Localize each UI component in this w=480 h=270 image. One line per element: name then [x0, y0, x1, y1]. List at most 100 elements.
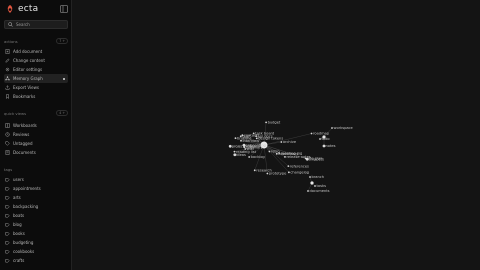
graph-node-label: notes: [326, 144, 336, 148]
graph-node-label: ideas: [236, 153, 246, 157]
tag-item[interactable]: appointments: [4, 184, 68, 193]
brand[interactable]: ecta: [5, 3, 38, 15]
graph-node-label: budget: [268, 121, 281, 125]
action-label: Bookmarks: [13, 94, 36, 99]
quickviews-count-badge[interactable]: 4 +: [56, 110, 68, 116]
graph-node-label: backlog: [251, 155, 265, 159]
tag-icon: [5, 223, 10, 227]
tag-label: books: [13, 231, 25, 236]
graph-node-label: bookmarks: [278, 152, 298, 156]
view-label: Untagged: [13, 141, 33, 146]
tag-item[interactable]: books: [4, 229, 68, 238]
memory-graph-canvas[interactable]: project notesmeeting logreading listsite…: [72, 0, 480, 270]
actions-section-title: actions: [4, 38, 18, 44]
graph-node-label: references: [290, 164, 309, 168]
tag-label: users: [13, 177, 24, 182]
search-icon: [8, 22, 13, 27]
actions-count-badge[interactable]: 7 +: [56, 38, 68, 44]
tag-label: backpacking: [13, 204, 39, 209]
tag-item[interactable]: boats: [4, 211, 68, 220]
view-workboards[interactable]: Workboards: [4, 121, 68, 130]
action-add-document[interactable]: Add document: [4, 47, 68, 56]
view-reviews[interactable]: Reviews: [4, 130, 68, 139]
tag-label: boats: [13, 213, 25, 218]
action-change-content[interactable]: Change content: [4, 56, 68, 65]
app-name: ecta: [18, 4, 39, 14]
export-icon: [5, 85, 10, 90]
add-document-icon: [5, 49, 10, 54]
tag-icon: [5, 241, 10, 245]
tag-item[interactable]: blog: [4, 220, 68, 229]
workboard-icon: [5, 123, 10, 128]
search-label: Search: [16, 22, 30, 27]
tag-label: cookbooks: [13, 249, 35, 254]
view-label: Workboards: [13, 123, 37, 128]
action-label: Export Views: [13, 85, 39, 90]
tag-label: crafts: [13, 258, 25, 263]
tags-section-header: tags: [4, 166, 68, 172]
tag-icon: [5, 178, 10, 182]
action-label: Editor settings: [13, 67, 43, 72]
tag-icon: [5, 205, 10, 209]
graph-node-label: todo: [322, 137, 330, 141]
graph-node-label: contacts: [244, 133, 259, 137]
graph-node-label: tasks: [317, 184, 327, 188]
edit-icon: [5, 58, 10, 63]
tags-section-title: tags: [4, 166, 13, 172]
action-editor-settings[interactable]: Editor settings: [4, 65, 68, 74]
tag-item[interactable]: crafts: [4, 256, 68, 265]
sidebar: ecta Search actions 7 + Add document Cha…: [0, 0, 72, 270]
tag-icon: [5, 187, 10, 191]
graph-hub-node[interactable]: [310, 181, 314, 185]
tag-item[interactable]: users: [4, 175, 68, 184]
action-label: Memory Graph: [13, 76, 43, 81]
graph-node-label: prototype: [269, 172, 287, 176]
quickviews-section-header: quick views 4 +: [4, 110, 68, 116]
tag-label: appointments: [13, 186, 41, 191]
search-input[interactable]: Search: [4, 20, 68, 29]
quickviews-section-title: quick views: [4, 110, 27, 116]
reviews-icon: [5, 132, 10, 137]
graph-node-label: changelog: [290, 171, 309, 175]
tag-icon: [5, 214, 10, 218]
action-label: Add document: [13, 49, 43, 54]
graph-icon: [5, 76, 10, 81]
graph-node-label: archive: [283, 140, 297, 144]
untagged-icon: [5, 141, 10, 146]
tag-item[interactable]: budgeting: [4, 238, 68, 247]
graph-node-label: summary: [246, 145, 264, 149]
tag-icon: [5, 250, 10, 254]
graph-node-label: workspace: [334, 126, 354, 130]
tag-label: arts: [13, 195, 21, 200]
sidebar-toggle-icon[interactable]: [60, 5, 68, 13]
graph-node-label: interview: [243, 139, 260, 143]
view-label: Reviews: [13, 132, 30, 137]
graph-node-label: documents: [310, 189, 330, 193]
tag-item[interactable]: cookbooks: [4, 247, 68, 256]
active-indicator: [63, 77, 65, 80]
tag-icon: [5, 196, 10, 200]
actions-section-header: actions 7 +: [4, 38, 68, 44]
action-memory-graph[interactable]: Memory Graph: [4, 74, 68, 83]
action-export-views[interactable]: Export Views: [4, 83, 68, 92]
quickviews-list: Workboards Reviews Untagged Documents: [4, 121, 68, 157]
tag-icon: [5, 232, 10, 236]
view-documents[interactable]: Documents: [4, 148, 68, 157]
tags-list: users appointments arts backpacking boat…: [4, 175, 68, 265]
bookmark-icon: [6, 94, 9, 99]
graph-node-label: branch: [312, 175, 325, 179]
action-bookmarks[interactable]: Bookmarks: [4, 92, 68, 101]
tag-label: blog: [13, 222, 22, 227]
view-label: Documents: [13, 150, 36, 155]
tag-item[interactable]: arts: [4, 193, 68, 202]
tag-item[interactable]: backpacking: [4, 202, 68, 211]
action-label: Change content: [13, 58, 45, 63]
ecta-logo-icon: [7, 5, 13, 13]
tag-label: budgeting: [13, 240, 34, 245]
settings-icon: [5, 67, 10, 72]
tag-icon: [5, 259, 10, 263]
document-icon: [5, 150, 10, 155]
actions-list: Add document Change content Editor setti…: [4, 47, 68, 101]
graph-node-label: roadmap: [313, 132, 330, 136]
view-untagged[interactable]: Untagged: [4, 139, 68, 148]
